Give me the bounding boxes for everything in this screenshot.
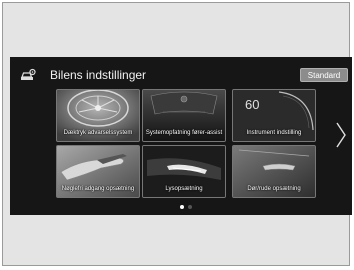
chevron-right-icon[interactable] [335, 121, 347, 149]
tile-lights[interactable]: Lysopsætning [142, 145, 226, 198]
tile-label: Nøglefri adgang opsætning [61, 186, 135, 192]
tile-tire-pressure[interactable]: Dæktryk advarselssystem [56, 89, 140, 142]
screen-header: Bilens indstillinger Standard [10, 57, 352, 87]
tile-door-window[interactable]: Dør/rude opsætning [232, 145, 316, 198]
page-indicator [180, 205, 192, 209]
page-dot [188, 205, 192, 209]
tile-driver-assist[interactable]: Systemopfatning fører-assist [142, 89, 226, 142]
tile-label: Instrument indstilling [246, 130, 302, 136]
tile-instrument[interactable]: 60 Instrument indstilling [232, 89, 316, 142]
speed-value: 60 [245, 97, 260, 112]
vehicle-settings-screen: Bilens indstillinger Standard Dæktryk ad… [10, 57, 352, 215]
page-dot-active [180, 205, 184, 209]
manual-figure-frame: Bilens indstillinger Standard Dæktryk ad… [2, 2, 352, 266]
tile-label: Dæktryk advarselssystem [63, 130, 133, 136]
tile-keyless[interactable]: Nøglefri adgang opsætning [56, 145, 140, 198]
car-settings-icon [21, 68, 36, 80]
standard-button[interactable]: Standard [300, 68, 348, 82]
tile-label: Lysopsætning [165, 186, 203, 192]
page-title: Bilens indstillinger [50, 68, 147, 82]
tile-label: Systemopfatning fører-assist [145, 130, 223, 136]
tile-label: Dør/rude opsætning [247, 186, 301, 192]
